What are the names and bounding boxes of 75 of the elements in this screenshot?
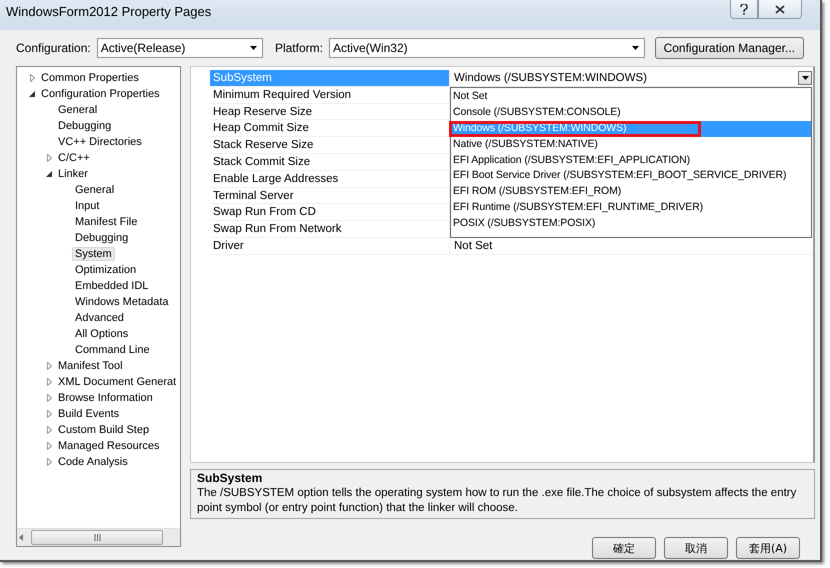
tree-item[interactable]: Command Line	[72, 343, 153, 357]
tree-item[interactable]: Linker	[55, 167, 91, 181]
expanded-arrow-icon[interactable]	[46, 171, 52, 177]
close-icon	[775, 4, 785, 14]
tree-item[interactable]: Common Properties	[38, 71, 142, 85]
tree-item[interactable]: Debugging	[55, 119, 114, 133]
close-button[interactable]	[758, 0, 802, 19]
cancel-button[interactable]: 取消	[664, 537, 728, 559]
collapsed-arrow-icon[interactable]	[46, 458, 52, 466]
tree-item[interactable]: Build Events	[55, 407, 122, 421]
dropdown-option[interactable]: Not Set	[451, 89, 811, 105]
collapsed-arrow-icon[interactable]	[30, 74, 34, 82]
tree-item[interactable]: Debugging	[72, 231, 132, 245]
collapsed-arrow-icon[interactable]	[46, 362, 52, 370]
window-title: WindowsForm2012 Property Pages	[6, 4, 212, 19]
tree-item[interactable]: Optimization	[72, 263, 140, 277]
property-name[interactable]: Swap Run From Network	[210, 221, 450, 238]
help-icon	[740, 4, 748, 14]
tree-item[interactable]: Manifest Tool	[55, 359, 126, 373]
description-text: The /SUBSYSTEM option tells the operating system how to run the .exe file.The choice of subsystem affects the entry point symbol (or entry point function) that the linker will choose.	[197, 486, 798, 516]
collapsed-arrow-icon[interactable]	[46, 442, 52, 450]
dropdown-option[interactable]: EFI Boot Service Driver (/SUBSYSTEM:EFI_BOOT_SERVICE_DRIVER)	[451, 168, 811, 184]
collapsed-arrow-icon[interactable]	[46, 410, 52, 418]
tree-item[interactable]: C/C++	[55, 151, 93, 165]
dropdown-option[interactable]: EFI Runtime (/SUBSYSTEM:EFI_RUNTIME_DRIVER)	[451, 200, 811, 216]
tree-item[interactable]: Managed Resources	[55, 439, 163, 453]
description-title: SubSystem	[197, 471, 264, 486]
platform-dropdown[interactable]: Active(Win32)	[328, 38, 645, 58]
tree-item[interactable]: All Options	[72, 327, 132, 341]
apply-button[interactable]: 套用(A)	[736, 537, 800, 559]
tree-item[interactable]: VC++ Directories	[55, 135, 145, 149]
dropdown-option[interactable]: Console (/SUBSYSTEM:CONSOLE)	[451, 104, 811, 121]
help-button[interactable]	[730, 0, 758, 19]
property-name[interactable]: Stack Commit Size	[210, 154, 450, 171]
configuration-dropdown[interactable]: Active(Release)	[96, 38, 263, 58]
tree-item[interactable]: Advanced	[72, 311, 127, 325]
tree-item[interactable]: Windows Metadata	[72, 295, 172, 309]
dropdown-option[interactable]: POSIX (/SUBSYSTEM:POSIX)	[451, 216, 811, 232]
tree-item[interactable]: System	[72, 247, 115, 261]
property-name[interactable]: Minimum Required Version	[210, 86, 450, 104]
platform-label: Platform:	[274, 41, 323, 55]
tree-item[interactable]: Code Analysis	[55, 455, 131, 469]
property-name[interactable]: Driver	[210, 238, 450, 255]
property-name[interactable]: Heap Reserve Size	[210, 104, 450, 120]
tree-item[interactable]: Browse Information	[55, 391, 156, 405]
ok-button[interactable]: 確定	[592, 537, 656, 559]
tree-item[interactable]: Configuration Properties	[38, 87, 163, 101]
collapsed-arrow-icon[interactable]	[46, 394, 52, 402]
property-name[interactable]: Enable Large Addresses	[210, 170, 450, 188]
dropdown-arrow-icon[interactable]	[250, 46, 257, 50]
property-name[interactable]: Terminal Server	[210, 188, 450, 204]
property-name[interactable]: Heap Commit Size	[210, 120, 450, 138]
collapsed-arrow-icon[interactable]	[46, 426, 52, 434]
configuration-label: Configuration:	[16, 41, 91, 55]
tree-item[interactable]: General	[72, 183, 118, 197]
tree-item[interactable]: Embedded IDL	[72, 279, 152, 293]
dropdown-arrow-icon[interactable]	[632, 46, 639, 50]
tree-item[interactable]: Input	[72, 199, 102, 213]
tree-item[interactable]: General	[55, 103, 100, 117]
configuration-manager-button[interactable]: Configuration Manager...	[654, 37, 804, 59]
property-name[interactable]: Swap Run From CD	[210, 204, 450, 222]
scroll-left-icon[interactable]	[19, 534, 23, 541]
expanded-arrow-icon[interactable]	[29, 91, 35, 97]
dropdown-arrow-icon[interactable]	[802, 76, 808, 80]
tree-item[interactable]: XML Document Generat	[55, 375, 180, 389]
dropdown-option[interactable]: Native (/SUBSYSTEM:NATIVE)	[451, 136, 811, 153]
collapsed-arrow-icon[interactable]	[46, 378, 52, 386]
collapsed-arrow-icon[interactable]	[46, 154, 52, 162]
horizontal-scrollbar[interactable]	[17, 528, 180, 546]
tree-item[interactable]: Manifest File	[72, 215, 140, 229]
grip-icon	[94, 534, 100, 541]
dropdown-option[interactable]: EFI ROM (/SUBSYSTEM:EFI_ROM)	[451, 184, 811, 200]
property-name[interactable]: Stack Reserve Size	[210, 137, 450, 154]
dropdown-option[interactable]: EFI Application (/SUBSYSTEM:EFI_APPLICATION)	[451, 152, 811, 168]
tree-item[interactable]: Custom Build Step	[55, 423, 152, 437]
